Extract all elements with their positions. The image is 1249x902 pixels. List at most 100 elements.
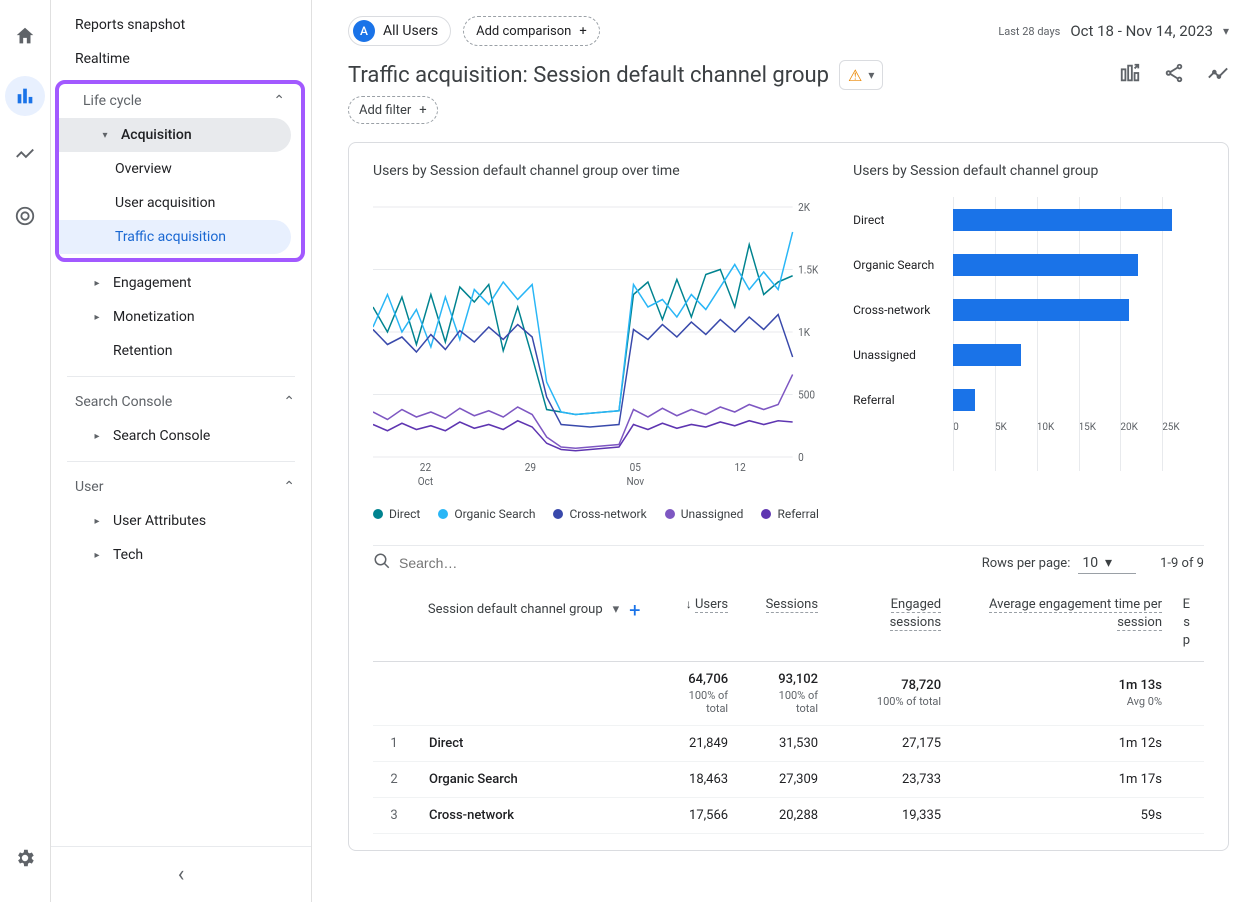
label: Search Console [75,394,172,410]
legend-item[interactable]: Referral [761,507,819,521]
plus-icon: + [419,103,426,118]
label: Life cycle [83,93,142,109]
label: User acquisition [115,195,215,211]
sidebar-item-user-acquisition[interactable]: User acquisition [59,186,301,220]
data-table: Session default channel group ▾ + ↓ User… [373,586,1204,834]
svg-text:22: 22 [420,461,431,475]
filter-row: Add filter + [348,96,1229,124]
sidebar-item-reports-snapshot[interactable]: Reports snapshot [51,8,311,42]
chevron-down-icon: ▾ [1223,24,1229,38]
settings-icon[interactable] [5,838,45,878]
sidebar-group-life-cycle[interactable]: Life cycle ⌃ [59,84,301,118]
col-sessions[interactable]: Sessions [742,586,832,661]
nav-rail [0,0,50,902]
sidebar-item-search-console[interactable]: ▸Search Console [51,419,311,453]
bar-row[interactable]: Organic Search [853,242,1204,287]
customize-report-icon[interactable] [1119,62,1141,88]
label: Tech [113,547,143,563]
share-icon[interactable] [1163,62,1185,88]
sidebar-item-engagement[interactable]: ▸Engagement [51,266,311,300]
legend-item[interactable]: Unassigned [665,507,744,521]
chevron-up-icon: ⌃ [283,479,295,495]
label: Acquisition [121,127,192,143]
caret-down-icon: ▾ [99,130,111,141]
sidebar-item-overview[interactable]: Overview [59,152,301,186]
col-users[interactable]: ↓ Users [655,586,743,661]
legend-item[interactable]: Organic Search [438,507,535,521]
label: Add comparison [476,24,571,39]
explore-icon[interactable] [5,136,45,176]
collapse-sidebar-icon[interactable]: ‹ [178,862,185,887]
sidebar-item-acquisition[interactable]: ▾ Acquisition [59,118,291,152]
bar-row[interactable]: Cross-network [853,287,1204,332]
search-icon[interactable] [373,552,391,574]
col-truncated[interactable]: E s p [1176,586,1204,661]
svg-text:2K: 2K [798,201,810,215]
label: Retention [113,343,173,359]
advertising-icon[interactable] [5,196,45,236]
bar-chart-plot[interactable]: DirectOrganic SearchCross-networkUnassig… [853,197,1204,497]
bar-row[interactable]: Direct [853,197,1204,242]
sidebar-item-traffic-acquisition[interactable]: Traffic acquisition [59,220,291,254]
rows-per-page-select[interactable]: 10 ▾ [1078,553,1136,574]
chevron-down-icon[interactable]: ▾ [613,601,620,619]
svg-text:12: 12 [735,461,746,475]
sidebar-item-realtime[interactable]: Realtime [51,42,311,76]
svg-text:Nov: Nov [626,475,644,489]
add-comparison-button[interactable]: Add comparison + [463,16,600,46]
warning-icon: ⚠ [848,66,862,85]
sidebar-group-user[interactable]: User ⌃ [51,470,311,504]
label: Add filter [359,103,411,118]
label: Overview [115,161,172,177]
caret-icon: ▸ [91,431,103,442]
bar-chart-title: Users by Session default channel group [853,163,1204,179]
anomaly-warning-chip[interactable]: ⚠ ▾ [839,60,883,90]
main-content: A All Users Add comparison + Last 28 day… [312,0,1249,902]
sidebar-group-search-console[interactable]: Search Console ⌃ [51,385,311,419]
col-engaged-sessions[interactable]: Engaged sessions [832,586,955,661]
table-row[interactable]: 2 Organic Search 18,463 27,309 23,733 1m… [373,761,1204,797]
svg-text:1.5K: 1.5K [798,263,819,277]
svg-text:0: 0 [798,451,804,465]
svg-text:1K: 1K [798,326,810,340]
sidebar: Reports snapshot Realtime Life cycle ⌃ ▾… [50,0,312,902]
col-avg-engagement[interactable]: Average engagement time per session [955,586,1176,661]
label: Reports snapshot [75,17,185,33]
plus-icon: + [579,24,586,39]
segment-chip-all-users[interactable]: A All Users [348,16,451,46]
rows-per-page: Rows per page: 10 ▾ [982,553,1136,574]
reports-icon[interactable] [5,76,45,116]
legend-item[interactable]: Direct [373,507,420,521]
date-prefix: Last 28 days [998,25,1060,38]
insights-icon[interactable] [1207,62,1229,88]
add-filter-button[interactable]: Add filter + [348,96,438,124]
bar-row[interactable]: Unassigned [853,332,1204,377]
highlighted-section: Life cycle ⌃ ▾ Acquisition Overview User… [55,80,305,262]
line-chart-plot[interactable]: 05001K1.5K2K22Oct2905Nov12 [373,197,829,497]
dimension-header[interactable]: Session default channel group ▾ + [373,586,655,661]
line-chart: Users by Session default channel group o… [373,163,829,521]
svg-text:29: 29 [525,461,536,475]
comparison-bar: A All Users Add comparison + Last 28 day… [348,16,1229,46]
add-dimension-icon[interactable]: + [629,596,640,624]
table-controls: Rows per page: 10 ▾ 1-9 of 9 [373,545,1204,580]
segment-badge: A [353,20,375,42]
divider [67,376,295,377]
sidebar-footer: ‹ [51,846,311,902]
page-title: Traffic acquisition: Session default cha… [348,63,829,88]
search-input[interactable] [399,555,982,571]
date-text: Oct 18 - Nov 14, 2023 [1070,22,1213,40]
sidebar-item-retention[interactable]: Retention [51,334,311,368]
sidebar-item-user-attributes[interactable]: ▸User Attributes [51,504,311,538]
divider [67,461,295,462]
table-row[interactable]: 1 Direct 21,849 31,530 27,175 1m 12s [373,725,1204,761]
dimension-label: Session default channel group [428,601,603,619]
sidebar-item-tech[interactable]: ▸Tech [51,538,311,572]
home-icon[interactable] [5,16,45,56]
sidebar-item-monetization[interactable]: ▸Monetization [51,300,311,334]
legend-item[interactable]: Cross-network [553,507,646,521]
table-row[interactable]: 3 Cross-network 17,566 20,288 19,335 59s [373,797,1204,833]
bar-row[interactable]: Referral [853,377,1204,422]
date-range-picker[interactable]: Last 28 days Oct 18 - Nov 14, 2023 ▾ [998,22,1229,40]
label: Traffic acquisition [115,229,226,245]
